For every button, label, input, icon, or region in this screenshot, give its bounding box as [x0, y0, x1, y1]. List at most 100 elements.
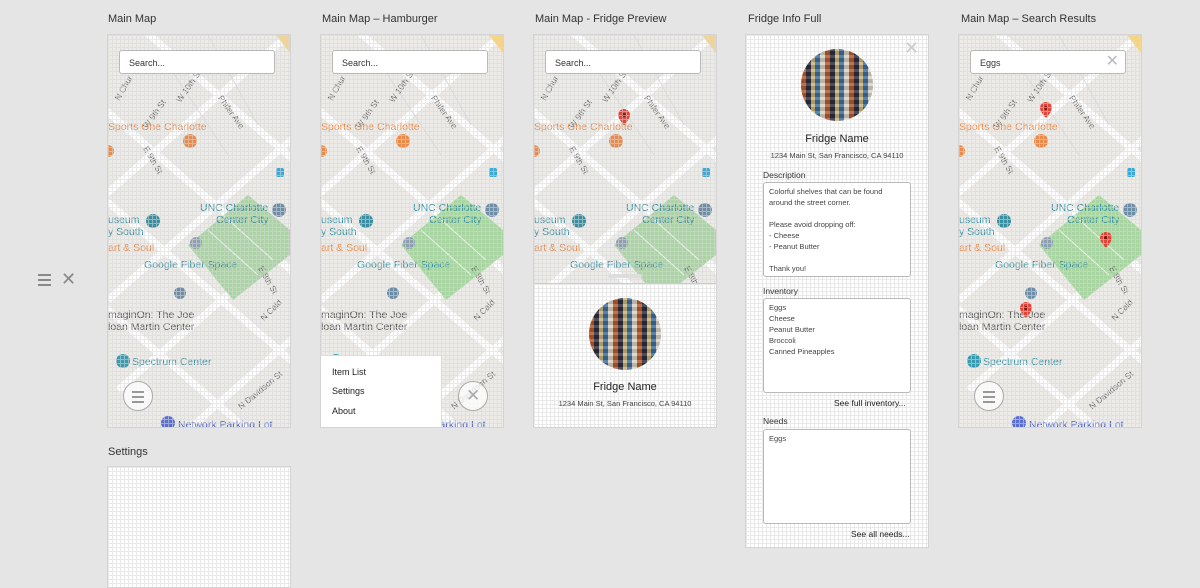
- clear-search-icon[interactable]: ✕: [1106, 54, 1119, 70]
- search-input[interactable]: Search...: [545, 50, 701, 74]
- hamburger-menu-button[interactable]: [974, 381, 1004, 411]
- close-icon: ✕: [466, 386, 481, 405]
- poi-label: loan Martin Center: [321, 321, 408, 333]
- description-line: - Cheese: [769, 231, 800, 240]
- poi-label: Google Fiber Space: [357, 259, 451, 271]
- poi-label: y South: [321, 226, 357, 238]
- inventory-item: Cheese: [769, 314, 795, 323]
- hamburger-icon: [983, 391, 995, 406]
- result-pin-icon[interactable]: [1100, 232, 1112, 248]
- poi-label: UNC Charlotte: [200, 202, 269, 214]
- see-full-inventory-link[interactable]: See full inventory...: [834, 398, 906, 408]
- poi-label: maginOn: The Joe: [108, 309, 195, 321]
- inventory-item: Eggs: [769, 303, 787, 312]
- description-line: [769, 208, 905, 219]
- description-line: - Peanut Butter: [769, 242, 820, 251]
- inventory-box: Eggs Cheese Peanut Butter Broccoli Canne…: [763, 298, 911, 393]
- inventory-label: Inventory: [763, 286, 798, 296]
- poi-label: Sports One Charlotte: [321, 121, 420, 133]
- poi-label: Center City: [429, 214, 482, 226]
- poi-label: Spectrum Center: [132, 356, 212, 368]
- poi-label: Google Fiber Space: [570, 259, 664, 271]
- side-hamburger-icon[interactable]: [38, 274, 51, 286]
- poi-label: art & Soul: [321, 242, 368, 254]
- side-close-icon[interactable]: ✕: [61, 270, 76, 288]
- search-query: Eggs: [980, 58, 1001, 68]
- close-menu-button[interactable]: ✕: [458, 381, 488, 411]
- artboard-main-map: N Chur W 10th St W 9th St Phifer Ave E 9…: [107, 34, 291, 428]
- description-line: around the street corner.: [769, 198, 851, 207]
- poi-label: Sports One Charlotte: [959, 121, 1058, 133]
- fridge-pin-icon[interactable]: [618, 109, 630, 125]
- description-line: Thank you!: [769, 264, 807, 273]
- artboard-label-settings: Settings: [108, 446, 148, 458]
- poi-label: art & Soul: [534, 242, 581, 254]
- needs-label: Needs: [763, 416, 788, 426]
- drag-handle[interactable]: [608, 274, 642, 278]
- fridge-preview-sheet[interactable]: Fridge Name 1234 Main St, San Francisco,…: [534, 274, 716, 427]
- poi-label: loan Martin Center: [959, 321, 1046, 333]
- poi-label: UNC Charlotte: [626, 202, 695, 214]
- inventory-item: Peanut Butter: [769, 325, 815, 334]
- fridge-name: Fridge Name: [805, 133, 869, 145]
- close-icon[interactable]: ✕: [904, 39, 919, 57]
- poi-label: Sports One Charlotte: [108, 121, 207, 133]
- result-pin-icon[interactable]: [1020, 302, 1032, 318]
- fridge-address: 1234 Main St, San Francisco, CA 94110: [770, 151, 904, 160]
- description-label: Description: [763, 170, 806, 180]
- poi-label: maginOn: The Joe: [959, 309, 1046, 321]
- menu-item-item-list[interactable]: Item List: [332, 367, 366, 377]
- description-box: Colorful shelves that can be found aroun…: [763, 182, 911, 277]
- hamburger-menu-button[interactable]: [123, 381, 153, 411]
- poi-label: Center City: [642, 214, 695, 226]
- search-input[interactable]: Search...: [332, 50, 488, 74]
- inventory-item: Canned Pineapples: [769, 347, 835, 356]
- poi-label: Center City: [216, 214, 269, 226]
- poi-label: art & Soul: [959, 242, 1006, 254]
- artboard-hamburger: N Chur W 10th St W 9th St Phifer Ave E 9…: [320, 34, 504, 428]
- artboard-label-search-results: Main Map – Search Results: [961, 13, 1097, 25]
- poi-label: maginOn: The Joe: [321, 309, 408, 321]
- description-line: Colorful shelves that can be found: [769, 187, 883, 196]
- poi-label: y South: [534, 226, 570, 238]
- poi-label: Spectrum Center: [983, 356, 1063, 368]
- poi-label: useum: [959, 214, 991, 226]
- fridge-photo: [589, 298, 661, 370]
- search-input[interactable]: Search...: [119, 50, 275, 74]
- poi-label: UNC Charlotte: [413, 202, 482, 214]
- poi-label: loan Martin Center: [108, 321, 195, 333]
- see-all-needs-link[interactable]: See all needs...: [851, 529, 910, 539]
- description-line: Please avoid dropping off:: [769, 220, 856, 229]
- description-line: [769, 252, 905, 263]
- hamburger-menu: Item List Settings About: [321, 355, 442, 427]
- artboard-label-main-map: Main Map: [108, 13, 157, 25]
- fridge-name: Fridge Name: [593, 381, 657, 393]
- poi-label: Center City: [1067, 214, 1120, 226]
- poi-label: art & Soul: [108, 242, 155, 254]
- artboard-fridge-full: ✕ Fridge Name 1234 Main St, San Francisc…: [745, 34, 929, 548]
- fridge-photo: [801, 49, 873, 121]
- artboard-label-hamburger: Main Map – Hamburger: [322, 13, 438, 25]
- inventory-item: Broccoli: [769, 336, 796, 345]
- poi-label: useum: [321, 214, 353, 226]
- menu-item-settings[interactable]: Settings: [332, 386, 365, 396]
- poi-label: y South: [959, 226, 995, 238]
- needs-box: Eggs: [763, 429, 911, 524]
- artboard-fridge-preview: N Chur W 10th St W 9th St Phifer Ave E 9…: [533, 34, 717, 428]
- poi-label: useum: [534, 214, 566, 226]
- poi-label: Network Parking Lot: [178, 419, 273, 428]
- poi-label: Google Fiber Space: [144, 259, 238, 271]
- fridge-address: 1234 Main St, San Francisco, CA 94110: [558, 399, 692, 408]
- poi-label: y South: [108, 226, 144, 238]
- poi-label: Network Parking Lot: [1029, 419, 1124, 428]
- search-input[interactable]: Eggs ✕: [970, 50, 1126, 74]
- hamburger-icon: [132, 391, 144, 406]
- result-pin-icon[interactable]: [1040, 102, 1052, 118]
- poi-label: Google Fiber Space: [995, 259, 1089, 271]
- menu-item-about[interactable]: About: [332, 406, 356, 416]
- artboard-label-fridge-full: Fridge Info Full: [748, 13, 822, 25]
- needs-item: Eggs: [769, 434, 787, 443]
- artboard-search-results: N Chur W 10th St W 9th St Phifer Ave E 9…: [958, 34, 1142, 428]
- artboard-label-fridge-preview: Main Map - Fridge Preview: [535, 13, 667, 25]
- poi-label: UNC Charlotte: [1051, 202, 1120, 214]
